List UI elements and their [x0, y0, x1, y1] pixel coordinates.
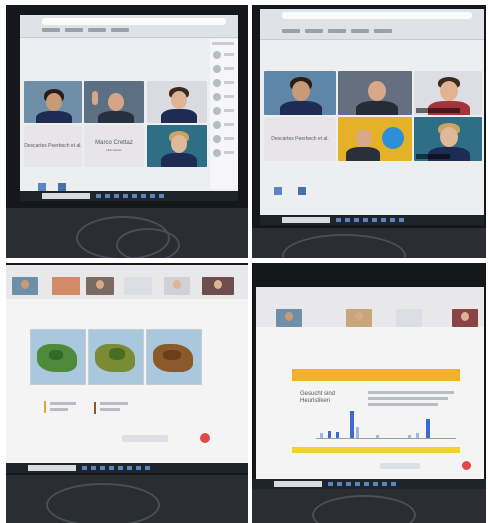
video-tile [276, 309, 302, 327]
record-button[interactable] [200, 433, 210, 443]
video-tile [147, 125, 207, 167]
address-bar [282, 12, 472, 19]
slide-body-text [368, 403, 438, 406]
slide-title: Gesucht sind Heuristiken [300, 391, 360, 405]
photo-video-call-grid: Descartes Peerbech et al. [252, 5, 486, 258]
video-tile [124, 277, 152, 295]
chat-input[interactable] [380, 463, 420, 469]
video-tile [202, 277, 234, 295]
participant-affiliation: Hub Center [106, 148, 122, 152]
video-tile [414, 71, 482, 115]
video-tile [52, 277, 80, 295]
monitor-screen: Descartes Peerbech et al. Marco Crettaz … [20, 15, 238, 201]
windows-taskbar [6, 463, 248, 473]
globe-graphic [382, 127, 404, 149]
video-tile [164, 277, 190, 295]
bar-chart [316, 409, 456, 439]
legend-marker [44, 401, 46, 413]
desktop-icon [298, 187, 306, 195]
slide-title-line: Heuristiken [300, 398, 331, 404]
desktop-icon [274, 187, 282, 195]
video-tile [24, 81, 82, 123]
participants-panel [210, 39, 238, 189]
browser-chrome [260, 9, 484, 40]
taskbar-search [274, 481, 322, 487]
participant-name: Marco Crettaz [95, 140, 133, 146]
slide-body-text [368, 397, 448, 400]
participant-name: Descartes Peerbech et al. [24, 143, 82, 149]
photo-shared-maps-slide [6, 263, 248, 523]
participant-name-overlay [416, 154, 450, 159]
legend-text [100, 402, 128, 405]
windows-taskbar [20, 191, 238, 201]
video-tile [396, 309, 422, 327]
monitor-screen: Gesucht sind Heuristiken [256, 287, 484, 479]
chat-input[interactable] [122, 435, 168, 442]
desk [6, 475, 248, 523]
bookmarks-bar [42, 28, 129, 32]
map-image [146, 329, 202, 385]
desktop-icon [38, 183, 46, 191]
browser-chrome [20, 15, 238, 38]
legend-text [100, 408, 120, 411]
monitor-screen: Descartes Peerbech et al. [260, 9, 484, 225]
desk [252, 228, 486, 258]
windows-taskbar [260, 215, 484, 225]
monitor-screen [6, 265, 248, 463]
map-image [88, 329, 144, 385]
video-tile [86, 277, 114, 295]
participant-name-tile: Descartes Peerbech et al. [264, 117, 336, 161]
video-tile [12, 277, 38, 295]
desk [6, 208, 248, 258]
video-tile [84, 81, 144, 123]
slide-body-text [368, 391, 454, 394]
video-tile [452, 309, 478, 327]
taskbar-search [282, 217, 330, 223]
participant-strip [6, 265, 248, 299]
participant-name-tile: Marco Crettaz Hub Center [84, 125, 144, 167]
desk [252, 489, 486, 523]
taskbar-search [28, 465, 76, 471]
map-image [30, 329, 86, 385]
legend-text [50, 408, 68, 411]
slide-header-band [292, 369, 460, 381]
raised-hand [92, 91, 98, 105]
participant-name: Descartes Peerbech et al. [271, 136, 329, 142]
photo-shared-chart-slide: Gesucht sind Heuristiken [252, 263, 486, 523]
slide-footer-band [292, 447, 460, 453]
video-tile [338, 117, 412, 161]
address-bar [42, 18, 226, 25]
video-tile [147, 81, 207, 123]
video-tile [338, 71, 412, 115]
record-button[interactable] [462, 461, 471, 470]
taskbar-search [42, 193, 90, 199]
legend-marker [94, 402, 96, 414]
video-tile [346, 309, 372, 327]
video-tile [264, 71, 336, 115]
desktop-icon [58, 183, 66, 191]
windows-taskbar [252, 479, 486, 489]
photo-video-call-grid: Descartes Peerbech et al. Marco Crettaz … [6, 5, 248, 258]
slide-title-line: Gesucht sind [300, 391, 336, 397]
bookmarks-bar [282, 29, 392, 33]
participant-strip [256, 287, 484, 327]
video-tile [414, 117, 482, 161]
participant-name-tile: Descartes Peerbech et al. [24, 125, 82, 167]
legend-text [50, 402, 76, 405]
participant-name-overlay [416, 108, 460, 113]
